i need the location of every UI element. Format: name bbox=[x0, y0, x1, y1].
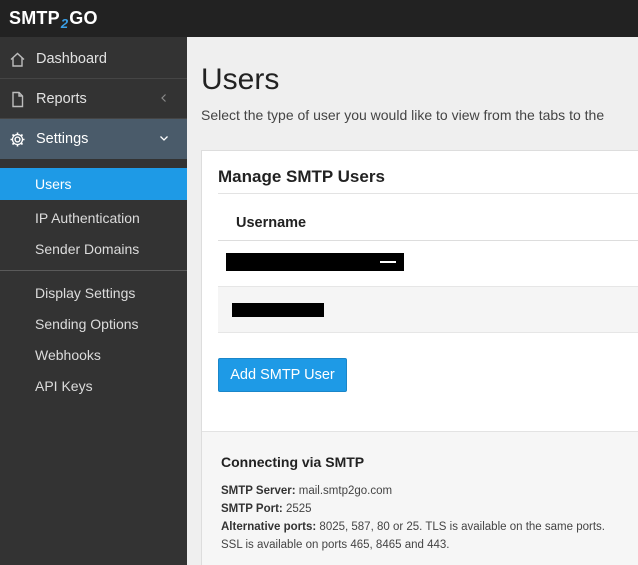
card-divider bbox=[218, 193, 638, 194]
main-content: Users Select the type of user you would … bbox=[187, 37, 638, 565]
smtp2go-logo[interactable]: SMTP 2 GO bbox=[9, 6, 98, 31]
redacted-username bbox=[232, 303, 324, 317]
sidebar-item-label: Settings bbox=[36, 131, 89, 147]
sidebar-subitem-users[interactable]: Users bbox=[0, 168, 187, 200]
alternative-ports-label: Alternative ports: bbox=[221, 521, 317, 533]
alternative-ports-line: Alternative ports: 8025, 587, 80 or 25. … bbox=[221, 521, 605, 533]
sidebar-subitem-display-settings[interactable]: Display Settings bbox=[0, 277, 187, 309]
sidebar-divider bbox=[0, 270, 187, 271]
sidebar-subitem-label: Display Settings bbox=[35, 285, 136, 301]
smtp-server-label: SMTP Server: bbox=[221, 485, 296, 497]
page-subtitle: Select the type of user you would like t… bbox=[201, 107, 605, 123]
sidebar-subitem-api-keys[interactable]: API Keys bbox=[0, 370, 187, 402]
smtp-port-label: SMTP Port: bbox=[221, 503, 283, 515]
sidebar-subitem-label: API Keys bbox=[35, 378, 93, 394]
chevron-left-icon bbox=[161, 94, 166, 102]
sidebar-subitem-label: Webhooks bbox=[35, 347, 101, 363]
redaction-mark bbox=[380, 261, 396, 263]
card-title: Manage SMTP Users bbox=[218, 167, 385, 186]
sidebar-subitem-sending-options[interactable]: Sending Options bbox=[0, 308, 187, 340]
ssl-ports-line: SSL is available on ports 465, 8465 and … bbox=[221, 539, 450, 551]
sidebar-subitem-label: Users bbox=[35, 176, 72, 192]
smtp-port-value: 2525 bbox=[285, 503, 312, 515]
manage-smtp-users-card: Manage SMTP Users Username Add SMTP User… bbox=[201, 150, 638, 565]
redacted-username bbox=[226, 253, 404, 271]
add-smtp-user-button[interactable]: Add SMTP User bbox=[218, 358, 347, 392]
sidebar-item-label: Dashboard bbox=[36, 50, 107, 67]
smtp-port-line: SMTP Port: 2525 bbox=[221, 503, 312, 515]
sidebar-item-reports[interactable]: Reports bbox=[0, 79, 187, 119]
connecting-via-smtp-panel: Connecting via SMTP SMTP Server: mail.sm… bbox=[202, 431, 638, 565]
table-row[interactable] bbox=[218, 287, 638, 333]
sidebar-subitem-webhooks[interactable]: Webhooks bbox=[0, 339, 187, 371]
column-header-username[interactable]: Username bbox=[218, 206, 638, 241]
sidebar-item-label: Reports bbox=[36, 90, 87, 107]
sidebar-subitem-ip-authentication[interactable]: IP Authentication bbox=[0, 202, 187, 234]
logo-text-smtp: SMTP bbox=[9, 7, 60, 28]
top-bar: SMTP 2 GO bbox=[0, 0, 638, 37]
sidebar-subitem-label: Sending Options bbox=[35, 316, 139, 332]
sidebar-subitem-label: Sender Domains bbox=[35, 241, 140, 257]
smtp-server-value: mail.smtp2go.com bbox=[298, 485, 393, 497]
alternative-ports-value: 8025, 587, 80 or 25. TLS is available on… bbox=[319, 521, 605, 533]
home-icon bbox=[10, 52, 25, 67]
smtp-users-table: Username bbox=[218, 206, 638, 333]
logo-text-2: 2 bbox=[60, 15, 69, 31]
page-title: Users bbox=[201, 63, 280, 96]
sidebar-item-settings[interactable]: Settings bbox=[0, 119, 187, 159]
sidebar: Dashboard Reports Settings Users IP Auth… bbox=[0, 37, 187, 565]
connect-title: Connecting via SMTP bbox=[221, 454, 365, 470]
gear-icon bbox=[10, 132, 25, 147]
sidebar-subitem-label: IP Authentication bbox=[35, 210, 140, 226]
sidebar-subitem-sender-domains[interactable]: Sender Domains bbox=[0, 233, 187, 265]
logo-text-go: GO bbox=[69, 7, 98, 28]
table-row[interactable] bbox=[218, 241, 638, 287]
smtp-server-line: SMTP Server: mail.smtp2go.com bbox=[221, 485, 392, 497]
sidebar-item-dashboard[interactable]: Dashboard bbox=[0, 39, 187, 79]
chevron-down-icon bbox=[160, 136, 168, 141]
document-icon bbox=[12, 91, 24, 108]
